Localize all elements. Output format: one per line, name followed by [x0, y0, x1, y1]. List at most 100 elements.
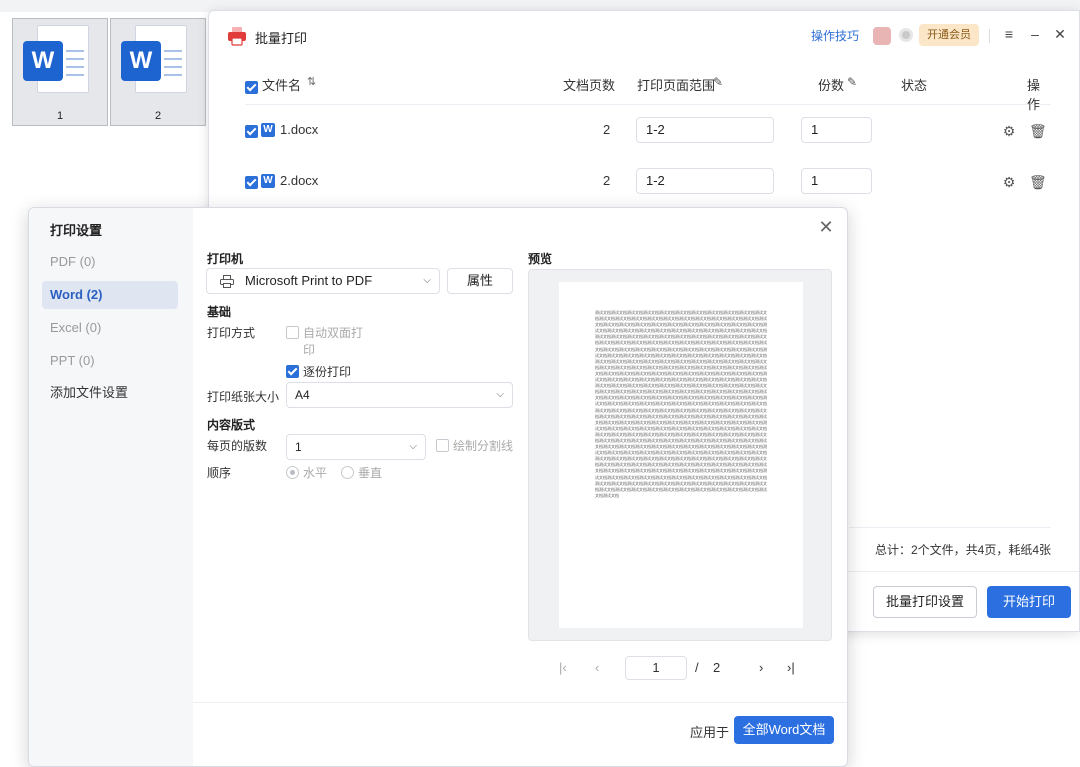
desktop-file-2[interactable]: W 2 [110, 18, 206, 126]
close-icon[interactable]: ✕ [1051, 25, 1069, 43]
word-icon: W [23, 41, 63, 81]
summary-divider [849, 527, 1051, 528]
preview-page: 测试文档测试文档测试文档测试文档测试文档测试文档测试文档测试文档测试文档测试文档… [559, 282, 803, 628]
page-total: 2 [713, 660, 721, 675]
word-icon: W [261, 123, 275, 137]
edit-copies-icon[interactable]: ✎ [847, 75, 857, 89]
sidebar-item-ppt[interactable]: PPT (0) [42, 347, 178, 375]
divider-line-checkbox[interactable] [436, 437, 449, 453]
copies-input[interactable]: 1 [801, 168, 872, 194]
last-page-icon[interactable]: ›| [787, 656, 795, 680]
sidebar-item-word[interactable]: Word (2) [42, 281, 178, 309]
divider-line-label: 绘制分割线 [453, 439, 514, 453]
preview-panel: 测试文档测试文档测试文档测试文档测试文档测试文档测试文档测试文档测试文档测试文档… [528, 269, 832, 641]
avatar[interactable] [873, 27, 891, 45]
row-filename: 2.docx [280, 173, 319, 188]
page-separator: / [695, 660, 699, 675]
chevron-down-icon: ⌵ [409, 441, 417, 452]
col-pages: 文档页数 [563, 78, 616, 93]
batch-settings-button[interactable]: 批量打印设置 [873, 586, 977, 618]
minimize-icon[interactable]: – [1026, 25, 1044, 43]
file-name: 2 [154, 110, 162, 122]
word-icon: W [261, 174, 275, 188]
file-name: 1 [56, 110, 64, 122]
col-filename: 文件名 [262, 78, 302, 93]
dialog-footer-divider [193, 702, 847, 703]
collate-checkbox[interactable] [286, 363, 299, 379]
row-pages: 2 [603, 173, 611, 188]
copies-input[interactable]: 1 [801, 117, 872, 143]
sidebar-item-pdf[interactable]: PDF (0) [42, 248, 178, 276]
vip-badge-icon [899, 28, 913, 42]
pages-per-sheet-value: 1 [295, 440, 302, 454]
printer-section-label: 打印机 [207, 252, 244, 266]
apply-to-word-button[interactable]: 全部Word文档 [734, 716, 834, 744]
paper-size-label: 打印纸张大小 [207, 390, 280, 404]
layout-section-label: 内容版式 [207, 418, 256, 432]
duplex-checkbox[interactable] [286, 324, 299, 340]
col-copies: 份数 [818, 78, 845, 93]
settings-icon[interactable]: ⚙ [1001, 174, 1017, 190]
duplex-label-cont: 印 [303, 343, 316, 357]
basic-section-label: 基础 [207, 305, 232, 319]
sidebar-item-excel[interactable]: Excel (0) [42, 314, 178, 342]
paper-size-select[interactable]: A4 ⌵ [286, 382, 513, 408]
tips-link[interactable]: 操作技巧 [811, 27, 859, 44]
properties-button[interactable]: 属性 [447, 268, 513, 294]
paper-size-value: A4 [295, 388, 310, 402]
sidebar-item-add-file-settings[interactable]: 添加文件设置 [42, 379, 178, 407]
desktop-file-1[interactable]: W 1 [12, 18, 108, 126]
preview-page-text: 测试文档测试文档测试文档测试文档测试文档测试文档测试文档测试文档测试文档测试文档… [595, 310, 767, 498]
trash-icon[interactable]: 🗑 [1029, 174, 1047, 190]
chevron-down-icon: ⌵ [496, 389, 504, 400]
apply-to-label: 应用于 [690, 725, 730, 740]
printer-app-icon [228, 27, 246, 46]
title-bar: 批量打印 操作技巧 开通会员 ≡ – ✕ [209, 11, 1079, 59]
prev-page-icon[interactable]: ‹ [595, 656, 599, 680]
col-range: 打印页面范围 [637, 78, 716, 93]
first-page-icon[interactable]: |‹ [559, 656, 567, 680]
order-vertical-radio[interactable] [341, 464, 354, 480]
printer-value: Microsoft Print to PDF [245, 273, 373, 288]
order-horizontal-radio[interactable] [286, 464, 299, 480]
word-icon: W [121, 41, 161, 81]
next-page-icon[interactable]: › [759, 656, 763, 680]
start-print-button[interactable]: 开始打印 [987, 586, 1071, 618]
order-horizontal-label: 水平 [303, 466, 328, 480]
print-mode-label: 打印方式 [207, 326, 256, 340]
summary-text: 总计：2个文件，共4页，耗纸4张 [875, 543, 1052, 557]
sort-icon[interactable]: ⇅ [307, 75, 316, 88]
window-title: 批量打印 [255, 31, 308, 46]
page-number-input[interactable]: 1 [625, 656, 687, 680]
printer-icon [220, 275, 234, 288]
duplex-label: 自动双面打 [303, 326, 364, 340]
pages-per-sheet-label: 每页的版数 [207, 439, 268, 453]
printer-select[interactable]: Microsoft Print to PDF ⌵ [206, 268, 440, 294]
vip-button[interactable]: 开通会员 [919, 24, 979, 46]
chevron-down-icon: ⌵ [423, 275, 431, 286]
divider [989, 29, 990, 43]
edit-range-icon[interactable]: ✎ [713, 75, 723, 89]
order-vertical-label: 垂直 [358, 466, 383, 480]
row-checkbox[interactable] [245, 123, 258, 139]
print-settings-dialog: 打印设置 PDF (0) Word (2) Excel (0) PPT (0) … [28, 207, 848, 767]
col-status: 状态 [901, 78, 928, 93]
settings-icon[interactable]: ⚙ [1001, 123, 1017, 139]
row-filename: 1.docx [280, 122, 319, 137]
table-row: W 1.docx 2 1-2 1 ⚙ 🗑 [245, 111, 1051, 151]
row-checkbox[interactable] [245, 174, 258, 190]
range-input[interactable]: 1-2 [636, 117, 774, 143]
col-actions: 操作 [1027, 78, 1041, 112]
table-header: 文件名 ⇅ 文档页数 打印页面范围 ✎ 份数 ✎ 状态 操作 [245, 71, 1051, 112]
range-input[interactable]: 1-2 [636, 168, 774, 194]
settings-sidebar: 打印设置 PDF (0) Word (2) Excel (0) PPT (0) … [29, 208, 193, 766]
preview-label: 预览 [528, 252, 553, 266]
trash-icon[interactable]: 🗑 [1029, 123, 1047, 139]
menu-icon[interactable]: ≡ [1000, 25, 1018, 43]
pages-per-sheet-select[interactable]: 1 ⌵ [286, 434, 426, 460]
sidebar-title: 打印设置 [50, 223, 103, 238]
close-icon[interactable]: ✕ [817, 218, 835, 236]
row-pages: 2 [603, 122, 611, 137]
order-label: 顺序 [207, 466, 232, 480]
table-row: W 2.docx 2 1-2 1 ⚙ 🗑 [245, 162, 1051, 202]
